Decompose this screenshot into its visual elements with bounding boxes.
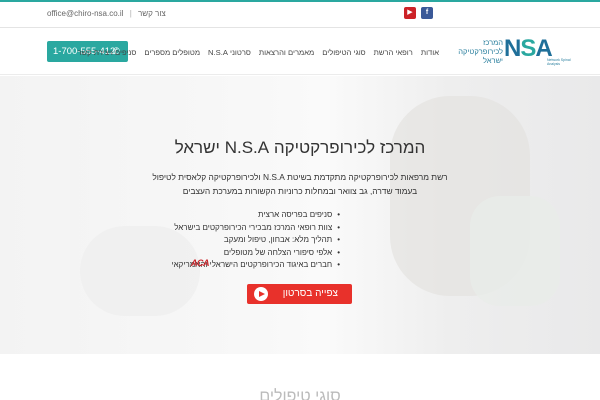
logo-mark: NSA (504, 35, 553, 62)
logo-subtitle: Network Spinal Analysis (547, 58, 571, 66)
list-item: סניפים בפריסה ארצית (170, 209, 340, 222)
hero-section: המרכז לכירופרקטיקה N.S.A ישראל רשת מרפאו… (0, 76, 600, 354)
main-nav: אודות רופאי הרשת סוגי הטיפולים מאמרים וה… (78, 29, 443, 75)
site-header: 1-700-555-412 ✆ אודות רופאי הרשת סוגי הט… (0, 29, 600, 75)
list-item: צוות רופאי המרכז מבכירי הכירופרקטים בישר… (170, 222, 340, 235)
hero-description: רשת מרפאות לכירופרקטיקה מתקדמת בשיטת N.S… (152, 172, 448, 196)
youtube-icon[interactable]: ▶ (404, 7, 416, 19)
nav-item-testimonials[interactable]: מטופלים מספרים (140, 48, 204, 57)
top-separator: | (129, 9, 132, 18)
nav-item-doctors[interactable]: רופאי הרשת (370, 48, 417, 57)
contact-link[interactable]: צור קשר (138, 9, 166, 18)
nav-item-articles[interactable]: מאמרים והרצאות (255, 48, 318, 57)
watch-video-label: צפייה בסרטון (282, 288, 338, 299)
facebook-icon[interactable]: f (421, 7, 433, 19)
section-title: סוגי טיפולים (259, 388, 341, 400)
list-item: תהליך מלא: אבחון, טיפול ומעקב (170, 234, 340, 247)
hero-title: המרכז לכירופרקטיקה N.S.A ישראל (174, 138, 426, 157)
nav-item-treatments[interactable]: סוגי הטיפולים (318, 48, 369, 57)
play-icon (254, 287, 268, 301)
top-bar: office@chiro-nsa.co.il | צור קשר ▶ f (0, 2, 600, 28)
site-logo[interactable]: המרכז לכירופרקטיקה ישראל NSA Network Spi… (451, 35, 571, 69)
email-link[interactable]: office@chiro-nsa.co.il (47, 9, 123, 18)
nav-item-videos[interactable]: סרטוני N.S.A (204, 48, 255, 57)
aca-logo: ACA (191, 258, 210, 268)
hero-background-shape (470, 196, 560, 306)
top-contact: office@chiro-nsa.co.il | צור קשר (47, 9, 166, 18)
nav-item-about[interactable]: אודות (417, 48, 443, 57)
watch-video-button[interactable]: צפייה בסרטון (247, 284, 352, 304)
nav-item-branches[interactable]: סניפים ויצירת קשר (74, 48, 141, 57)
logo-text: המרכז לכירופרקטיקה ישראל (458, 38, 503, 65)
